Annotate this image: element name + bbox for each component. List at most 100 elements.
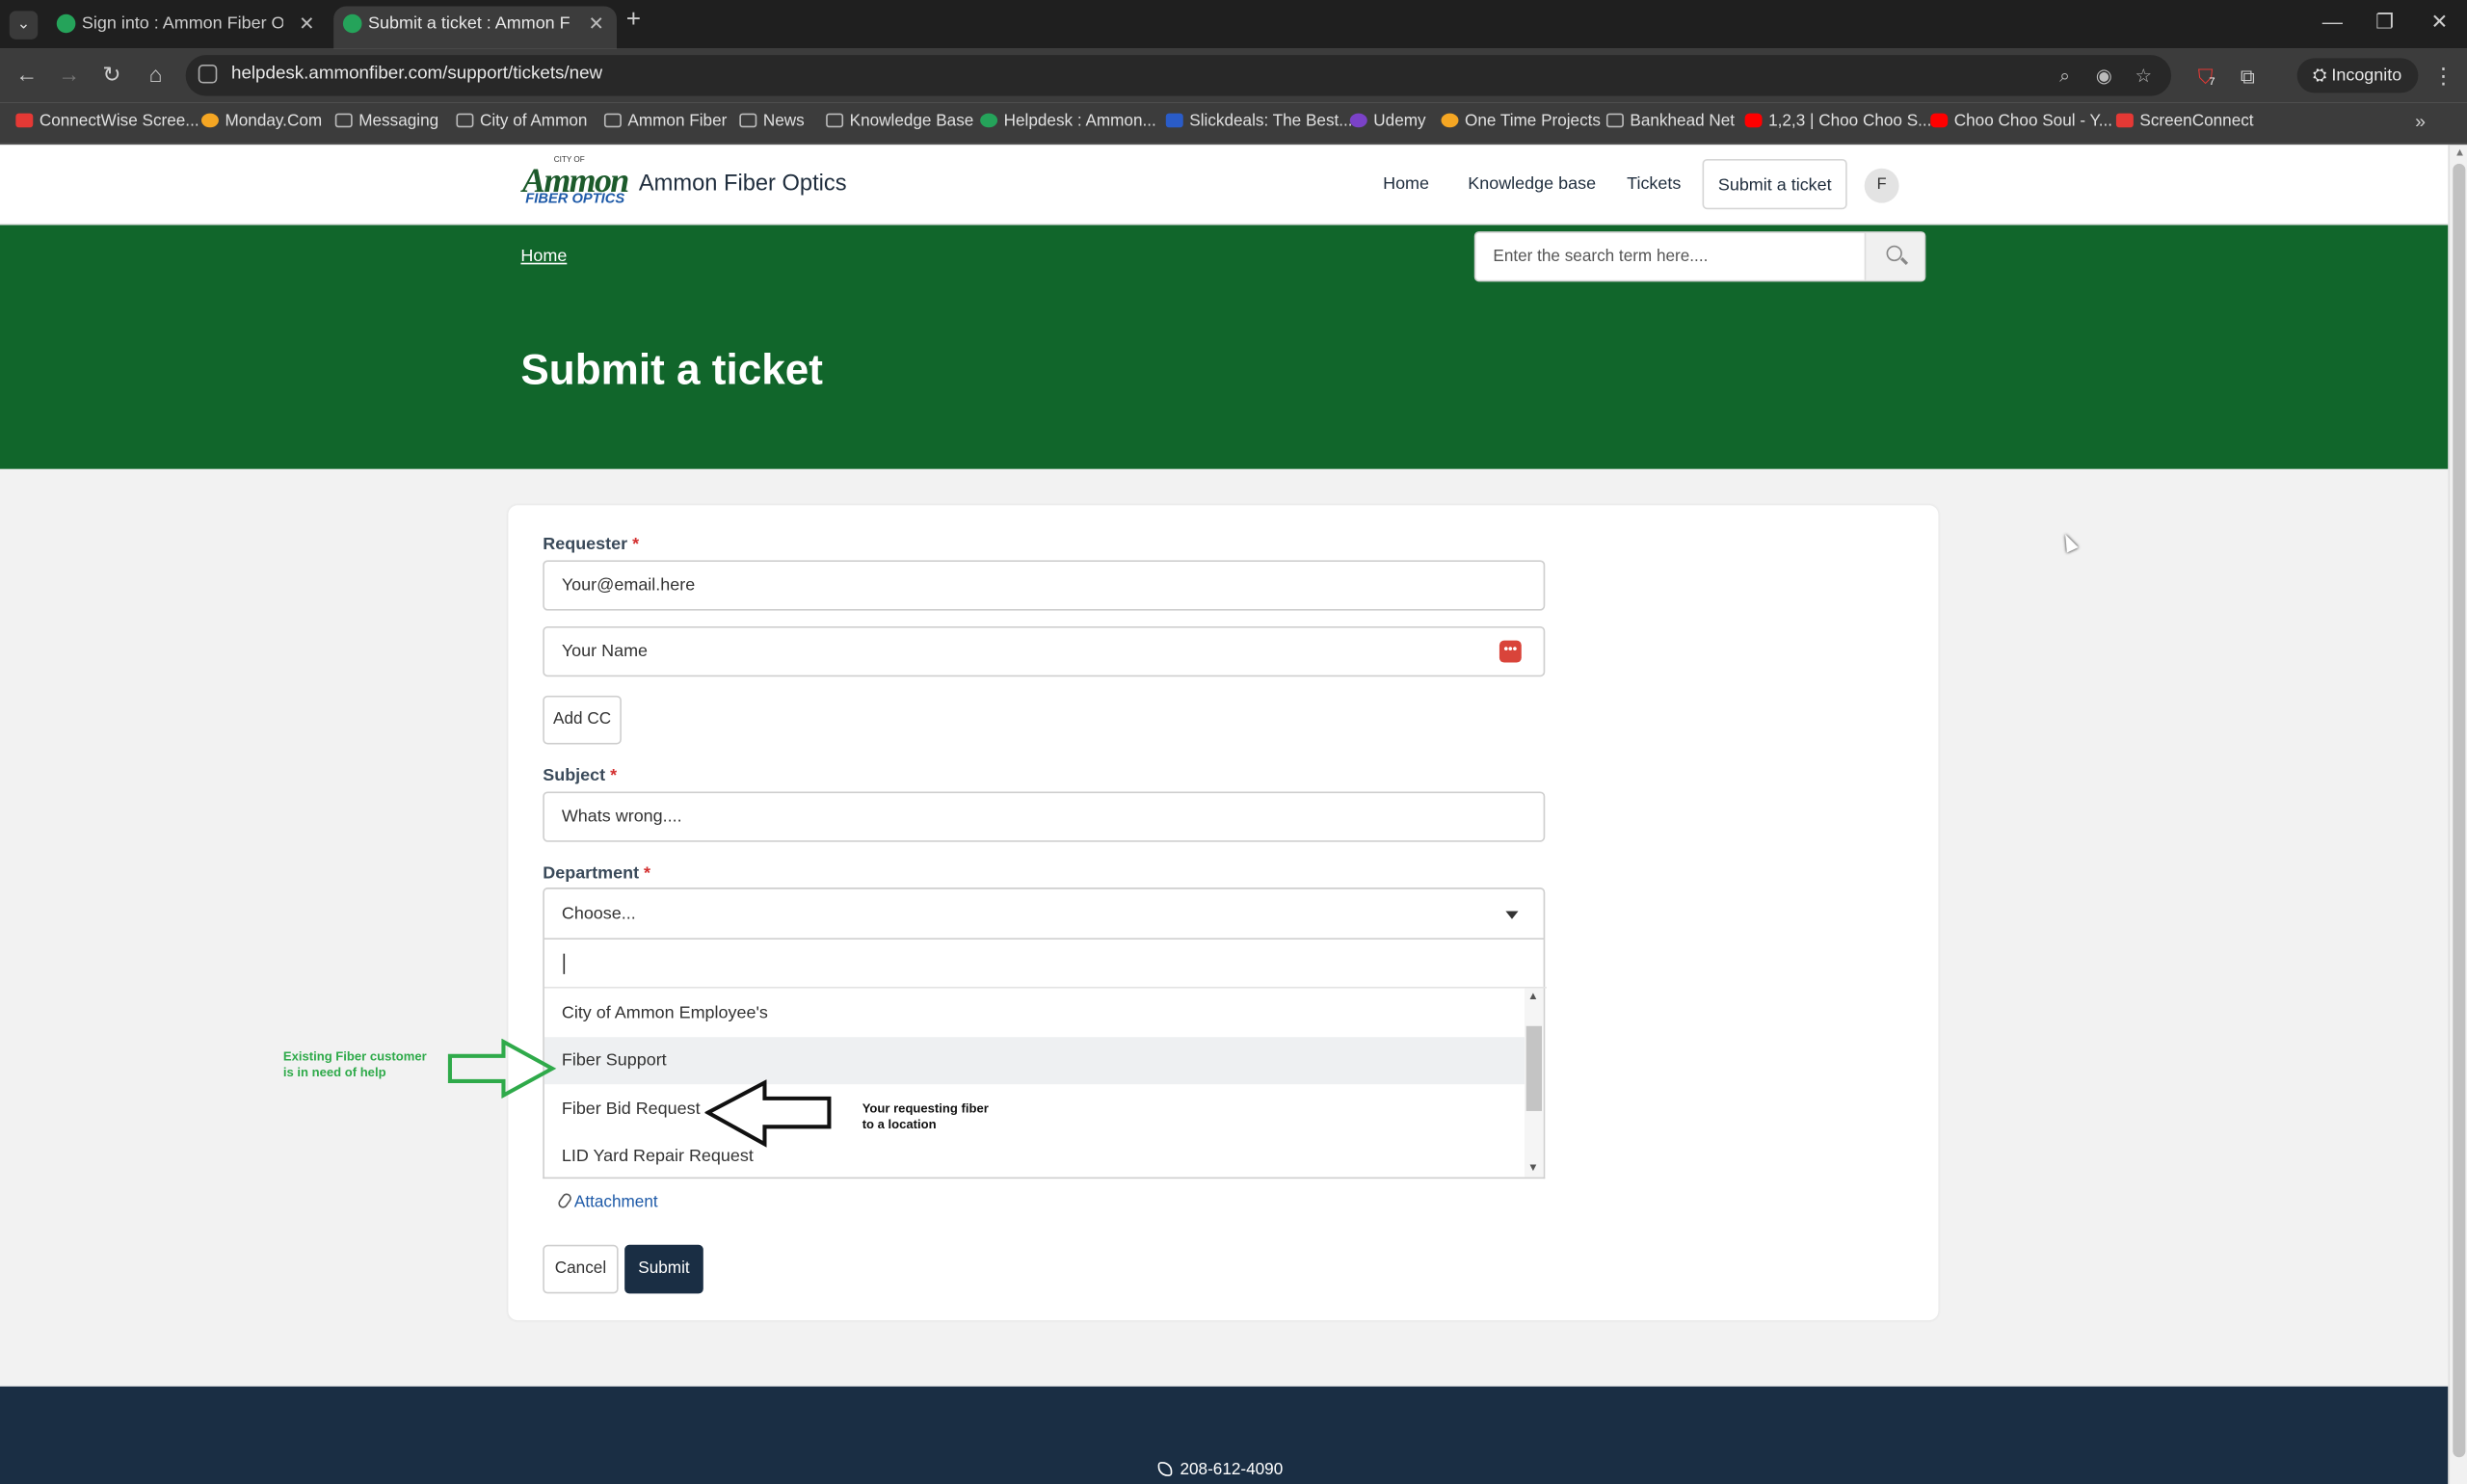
option-lid-yard-repair[interactable]: LID Yard Repair Request: [544, 1133, 1527, 1178]
add-cc-button[interactable]: Add CC: [543, 695, 622, 745]
option-fiber-support[interactable]: Fiber Support: [544, 1037, 1528, 1085]
submit-button[interactable]: Submit: [624, 1244, 703, 1294]
nav-tickets[interactable]: Tickets: [1627, 174, 1681, 194]
browser-toolbar: ← → ↻ ⌂ helpdesk.ammonfiber.com/support/…: [0, 48, 2467, 103]
subject-field[interactable]: Whats wrong....: [543, 791, 1546, 842]
url-text[interactable]: helpdesk.ammonfiber.com/support/tickets/…: [231, 65, 602, 84]
name-value: Your Name: [561, 642, 649, 661]
folder-icon: [739, 113, 757, 128]
page-viewport: CITY OF Ammon FIBER OPTICS Ammon Fiber O…: [0, 145, 2449, 1484]
dropdown-scrollbar[interactable]: ▲ ▼: [1525, 988, 1544, 1178]
nav-knowledge-base[interactable]: Knowledge base: [1468, 174, 1596, 194]
tab-submit-ticket[interactable]: Submit a ticket : Ammon Fiber Optics ✕: [333, 6, 617, 49]
bookmark-favicon-icon: [15, 113, 34, 128]
site-name[interactable]: Ammon Fiber Optics: [639, 172, 847, 197]
nav-home[interactable]: Home: [1383, 174, 1429, 194]
phone-icon: [1157, 1462, 1173, 1476]
more-bookmarks-chevron-icon[interactable]: »: [2415, 110, 2426, 132]
bookmark-folder[interactable]: City of Ammon: [456, 112, 587, 131]
folder-icon: [456, 113, 474, 128]
tab-search-chevron-icon[interactable]: ⌄: [9, 11, 39, 40]
page-scrollbar-thumb[interactable]: [2453, 163, 2466, 1458]
bookmark-item[interactable]: Choo Choo Soul - Y...: [1930, 112, 2112, 131]
requester-label: Requester *: [543, 535, 640, 554]
site-logo[interactable]: CITY OF Ammon FIBER OPTICS: [522, 156, 629, 208]
youtube-icon: [1930, 113, 1949, 128]
bookmark-folder[interactable]: Knowledge Base: [826, 112, 973, 131]
extensions-puzzle-icon[interactable]: ⧉: [2241, 65, 2255, 90]
back-icon[interactable]: ←: [13, 62, 40, 87]
department-label: Department *: [543, 863, 651, 884]
scroll-up-icon[interactable]: ▲: [2454, 148, 2465, 159]
scrollbar-thumb[interactable]: [1525, 1025, 1542, 1111]
logo-fiber-optics: FIBER OPTICS: [525, 190, 625, 206]
bookmark-item[interactable]: 1,2,3 | Choo Choo S...: [1744, 112, 1931, 131]
nav-submit-ticket[interactable]: Submit a ticket: [1702, 158, 1847, 210]
folder-icon: [826, 113, 844, 128]
search-button[interactable]: [1864, 232, 1924, 280]
bookmark-favicon-icon: [1441, 113, 1459, 128]
bookmark-item[interactable]: ConnectWise Scree...: [15, 112, 199, 131]
incognito-icon: ⛭: [2312, 66, 2332, 86]
bookmark-item[interactable]: Helpdesk : Ammon...: [980, 112, 1156, 131]
tab-favicon-icon: [56, 13, 76, 34]
minimize-icon[interactable]: —: [2322, 10, 2343, 33]
cancel-button[interactable]: Cancel: [543, 1244, 619, 1294]
dropdown-search-input[interactable]: [544, 940, 1547, 989]
page-scrollbar[interactable]: ▲: [2448, 145, 2467, 1484]
scroll-down-icon[interactable]: ▼: [1527, 1163, 1538, 1174]
site-info-icon[interactable]: [198, 64, 218, 84]
restore-icon[interactable]: ❐: [2375, 10, 2394, 35]
option-fiber-bid-request[interactable]: Fiber Bid Request: [544, 1086, 1527, 1133]
bookmark-item[interactable]: Udemy: [1349, 112, 1426, 131]
department-value: Choose...: [561, 905, 636, 924]
reload-icon[interactable]: ↻: [97, 62, 125, 89]
text-cursor: [563, 953, 566, 974]
close-tab-icon[interactable]: ✕: [299, 7, 314, 43]
footer-phone[interactable]: 208-612-4090: [1157, 1460, 1283, 1479]
mouse-cursor-icon: [2059, 531, 2079, 553]
breadcrumb-home[interactable]: Home: [520, 247, 567, 266]
option-city-employees[interactable]: City of Ammon Employee's: [544, 990, 1527, 1037]
tab-favicon-icon: [342, 13, 362, 34]
requester-name-field[interactable]: Your Name •••: [543, 625, 1546, 677]
user-avatar[interactable]: F: [1864, 168, 1899, 203]
incognito-indicator[interactable]: ⛭ Incognito: [2296, 58, 2418, 93]
search-box: Enter the search term here....: [1473, 231, 1926, 282]
eye-slash-icon[interactable]: ◉: [2096, 65, 2112, 87]
bookmark-item[interactable]: ScreenConnect: [2115, 112, 2254, 131]
requester-email-field[interactable]: Your@email.here: [543, 560, 1546, 611]
bookmark-folder[interactable]: News: [739, 112, 805, 131]
search-input[interactable]: Enter the search term here....: [1493, 247, 1708, 266]
close-tab-icon[interactable]: ✕: [589, 7, 604, 43]
green-arrow-icon: [447, 1038, 557, 1099]
address-bar[interactable]: helpdesk.ammonfiber.com/support/tickets/…: [185, 55, 2172, 96]
folder-icon: [1605, 113, 1624, 128]
bookmark-favicon-icon: [2115, 113, 2134, 128]
bookmark-item[interactable]: One Time Projects: [1441, 112, 1601, 131]
bookmark-folder[interactable]: Bankhead Net: [1605, 112, 1735, 131]
bookmarks-bar: ConnectWise Scree... Monday.Com Messagin…: [0, 102, 2467, 146]
attachment-link[interactable]: Attachment: [556, 1191, 658, 1211]
subject-value: Whats wrong....: [561, 807, 682, 827]
bookmark-item[interactable]: Slickdeals: The Best...: [1165, 112, 1353, 131]
scroll-up-icon[interactable]: ▲: [1527, 992, 1538, 1002]
tab-sign-in[interactable]: Sign into : Ammon Fiber Optics ✕: [47, 7, 328, 49]
password-manager-icon[interactable]: •••: [1499, 640, 1522, 663]
bookmark-folder[interactable]: Ammon Fiber: [603, 112, 727, 131]
hero-banner: Home Enter the search term here.... Subm…: [0, 225, 2449, 469]
home-icon[interactable]: ⌂: [142, 62, 170, 87]
browser-menu-icon[interactable]: ⋮: [2432, 63, 2454, 90]
department-select[interactable]: Choose...: [543, 888, 1546, 940]
new-tab-plus-icon[interactable]: +: [626, 7, 641, 35]
tab-title: Sign into : Ammon Fiber Optics: [81, 13, 283, 34]
bookmark-item[interactable]: Monday.Com: [200, 112, 322, 131]
search-icon: [1886, 245, 1902, 262]
zoom-icon[interactable]: ⌕: [2059, 65, 2070, 88]
forward-icon[interactable]: →: [55, 62, 83, 87]
bookmark-folder[interactable]: Messaging: [334, 112, 438, 131]
extension-badge: 7: [2209, 77, 2215, 89]
bookmark-star-icon[interactable]: ☆: [2135, 65, 2153, 87]
email-value: Your@email.here: [561, 575, 696, 596]
close-window-icon[interactable]: ✕: [2430, 10, 2448, 35]
